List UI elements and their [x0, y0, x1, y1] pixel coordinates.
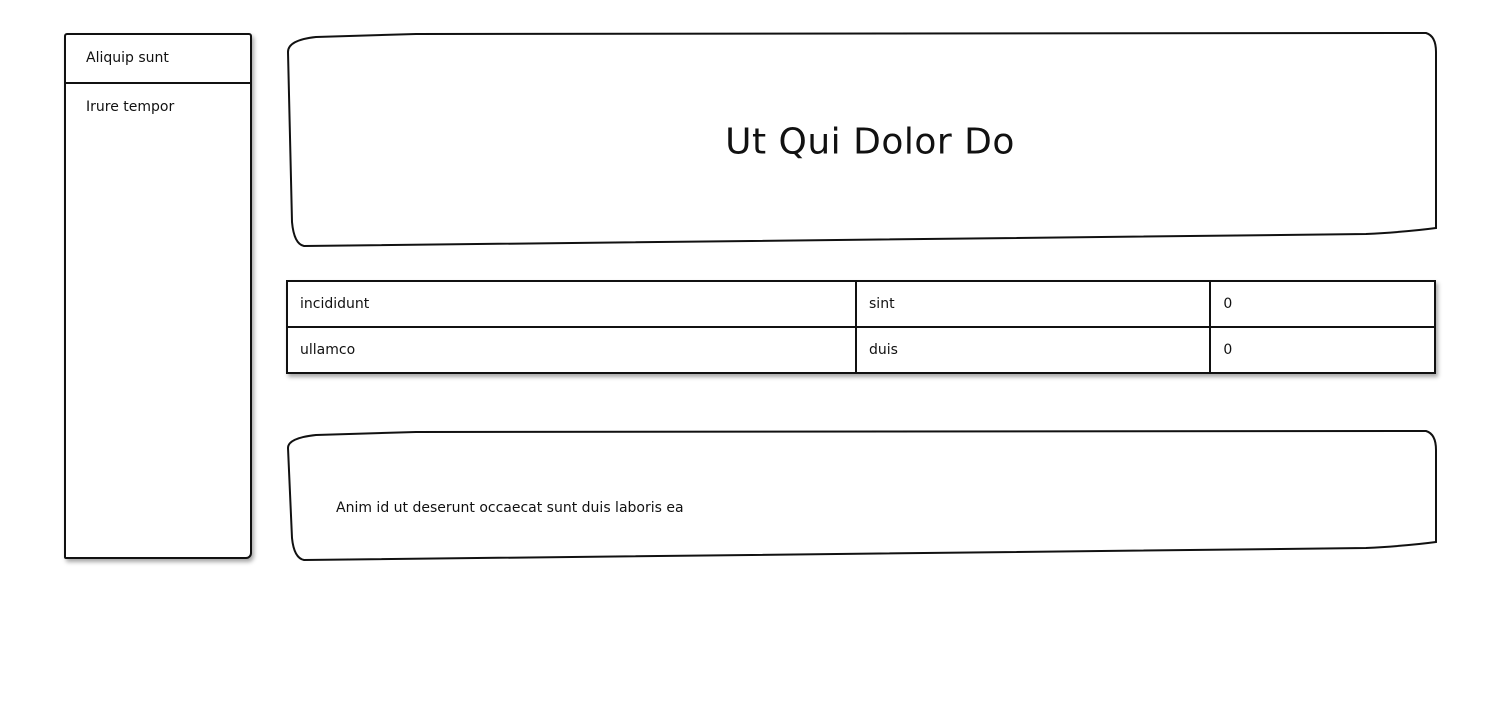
- sidebar: Aliquip sunt Irure tempor: [64, 33, 252, 559]
- sidebar-item-label: Irure tempor: [86, 99, 175, 115]
- table-cell: incididunt: [285, 280, 858, 328]
- table-cell: ullamco: [285, 326, 858, 374]
- title-panel: Ut Qui Dolor Do: [286, 31, 1438, 248]
- sidebar-item-aliquip-sunt[interactable]: Aliquip sunt: [66, 35, 250, 84]
- sidebar-item-label: Aliquip sunt: [86, 50, 169, 66]
- table-cell: 0: [1209, 326, 1436, 374]
- table-row: incididunt sint 0: [285, 280, 1436, 328]
- sidebar-item-irure-tempor[interactable]: Irure tempor: [66, 84, 250, 133]
- page-title: Ut Qui Dolor Do: [725, 121, 1015, 163]
- table-cell: duis: [855, 326, 1212, 374]
- table-cell: 0: [1209, 280, 1436, 328]
- body-text: Anim id ut deserunt occaecat sunt duis l…: [336, 500, 684, 516]
- text-panel: Anim id ut deserunt occaecat sunt duis l…: [286, 429, 1438, 562]
- table-cell: sint: [855, 280, 1212, 328]
- data-table: incididunt sint 0 ullamco duis 0: [285, 280, 1436, 374]
- table-row: ullamco duis 0: [285, 326, 1436, 374]
- text-panel-outline: [286, 429, 1437, 562]
